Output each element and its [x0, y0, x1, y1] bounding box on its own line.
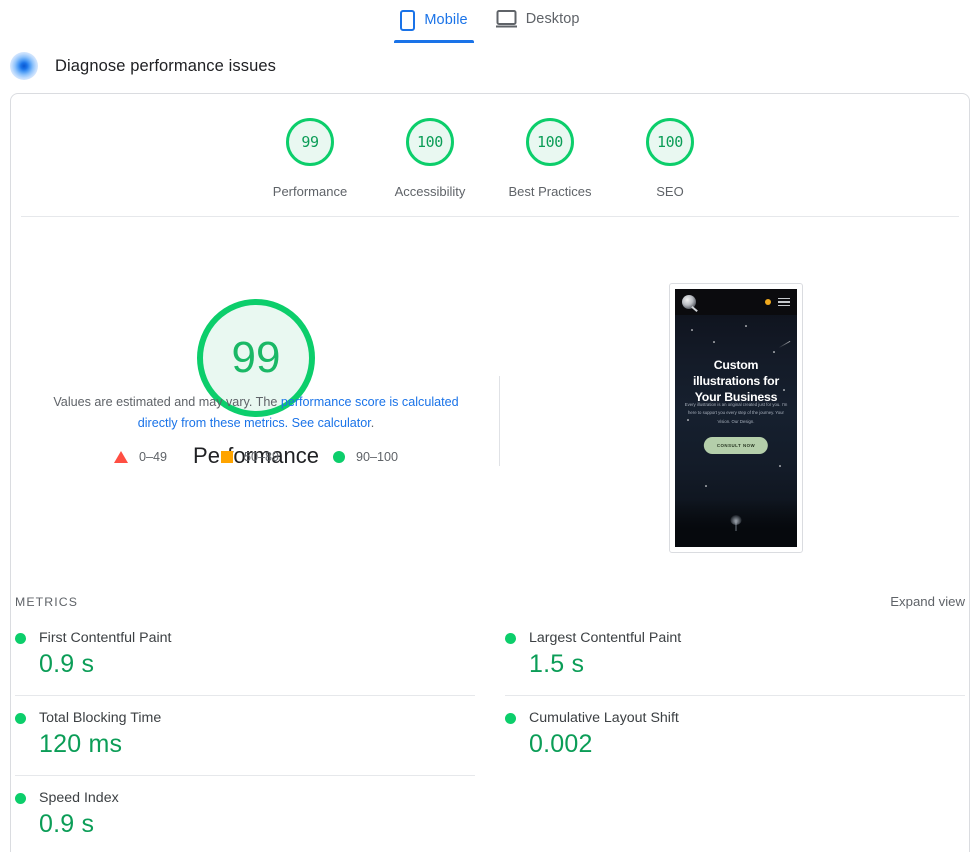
tab-mobile-label: Mobile: [424, 12, 468, 29]
metric-value: 120 ms: [39, 730, 123, 758]
score-ring: 100: [406, 118, 454, 166]
metric-label: Speed Index: [39, 790, 119, 806]
metric-label: Cumulative Layout Shift: [529, 710, 679, 726]
metric-header: Cumulative Layout Shift: [505, 710, 965, 726]
score-ring: 100: [526, 118, 574, 166]
metric-total-blocking-time[interactable]: Total Blocking Time 120 ms: [15, 696, 475, 776]
legend-label: 90–100: [356, 450, 399, 464]
score-disclaimer: Values are estimated and may vary. The p…: [39, 392, 473, 434]
expand-view-button[interactable]: Expand view: [890, 594, 965, 609]
desktop-icon: [495, 10, 517, 28]
metrics-title: METRICS: [15, 594, 79, 609]
mobile-icon: [400, 10, 416, 31]
status-dot-icon: [505, 632, 516, 644]
section-divider: [21, 216, 959, 217]
score-value: 100: [417, 132, 443, 151]
shooting-star-icon: [778, 340, 791, 349]
score-value: 100: [537, 132, 563, 151]
square-icon: [220, 451, 233, 463]
site-logo-icon: [682, 295, 696, 309]
disclaimer-text-pre: Values are estimated and may vary. The: [53, 395, 281, 409]
score-label: SEO: [656, 184, 684, 199]
tree-illustration-icon: [730, 511, 743, 531]
metric-first-contentful-paint[interactable]: First Contentful Paint 0.9 s: [15, 616, 475, 696]
metric-cumulative-layout-shift[interactable]: Cumulative Layout Shift 0.002: [505, 696, 965, 776]
metric-header: Speed Index: [15, 790, 475, 806]
metric-value: 0.9 s: [39, 810, 95, 838]
metric-largest-contentful-paint[interactable]: Largest Contentful Paint 1.5 s: [505, 616, 965, 696]
metrics-header: METRICS Expand view: [15, 594, 965, 609]
diagnose-header: Diagnose performance issues: [10, 52, 276, 80]
metric-value: 0.002: [529, 730, 593, 758]
tab-desktop-label: Desktop: [525, 10, 580, 27]
performance-score-value: 99: [231, 333, 281, 382]
disclaimer-text-post: .: [370, 415, 375, 430]
report-card: 99 Performance 100 Accessibility 100 Bes…: [10, 93, 970, 852]
score-ring: 100: [646, 118, 694, 166]
form-factor-tabs: Mobile Desktop: [0, 0, 980, 44]
triangle-icon: [113, 451, 128, 463]
metric-value: 0.9 s: [39, 650, 95, 678]
metric-header: First Contentful Paint: [15, 630, 475, 646]
performance-gauge: 99 Performance: [11, 299, 501, 469]
moon-dot-icon: [765, 299, 771, 305]
status-dot-icon: [15, 632, 26, 644]
screenshot-navbar: [675, 289, 797, 315]
legend-item-good: 90–100: [333, 450, 398, 464]
screenshot-body-text: Every illustration is an original create…: [684, 402, 788, 424]
category-score-performance[interactable]: 99 Performance: [250, 118, 370, 199]
page-title: Diagnose performance issues: [55, 56, 276, 75]
score-legend: 0–49 50–89 90–100: [11, 450, 501, 464]
category-score-accessibility[interactable]: 100 Accessibility: [370, 118, 490, 199]
score-ring: 99: [286, 118, 334, 166]
tab-active-underline: [394, 40, 474, 43]
category-score-seo[interactable]: 100 SEO: [610, 118, 730, 199]
diagnose-glow-icon: [10, 52, 38, 80]
screenshot-image: Custom illustrations for Your Business E…: [675, 289, 797, 547]
metric-label: Largest Contentful Paint: [529, 630, 682, 646]
metric-label: First Contentful Paint: [39, 630, 172, 646]
metric-value: 1.5 s: [529, 650, 585, 678]
metrics-list: First Contentful Paint 0.9 s Largest Con…: [15, 616, 965, 852]
category-score-best-practices[interactable]: 100 Best Practices: [490, 118, 610, 199]
hamburger-menu-icon: [778, 297, 790, 307]
score-label: Accessibility: [394, 184, 466, 199]
metric-speed-index[interactable]: Speed Index 0.9 s: [15, 776, 475, 852]
status-dot-icon: [15, 792, 26, 804]
circle-icon: [333, 451, 346, 463]
metric-header: Largest Contentful Paint: [505, 630, 965, 646]
screenshot-cta-button: CONSULT NOW: [703, 437, 769, 454]
tab-mobile[interactable]: Mobile: [386, 0, 481, 43]
score-value: 99: [301, 132, 319, 151]
metric-header: Total Blocking Time: [15, 710, 475, 726]
legend-label: 50–89: [243, 450, 280, 464]
status-dot-icon: [505, 712, 516, 724]
legend-item-average: 50–89: [220, 450, 280, 464]
tab-desktop[interactable]: Desktop: [482, 0, 594, 40]
category-scores: 99 Performance 100 Accessibility 100 Bes…: [11, 118, 969, 199]
vertical-divider: [499, 376, 500, 466]
pagespeed-insights-report: Mobile Desktop Diagnose performance issu…: [0, 0, 980, 852]
screenshot-headline: Custom illustrations for Your Business: [692, 358, 780, 405]
page-screenshot-thumbnail[interactable]: Custom illustrations for Your Business E…: [669, 283, 803, 553]
legend-label: 0–49: [138, 450, 167, 464]
see-calculator-link[interactable]: See calculator: [292, 416, 371, 430]
score-value: 100: [657, 132, 683, 151]
score-label: Performance: [272, 184, 348, 199]
screenshot-navbar-right: [765, 297, 790, 307]
score-label: Best Practices: [508, 184, 592, 199]
metric-label: Total Blocking Time: [39, 710, 162, 726]
status-dot-icon: [15, 712, 26, 724]
legend-item-poor: 0–49: [113, 450, 167, 464]
